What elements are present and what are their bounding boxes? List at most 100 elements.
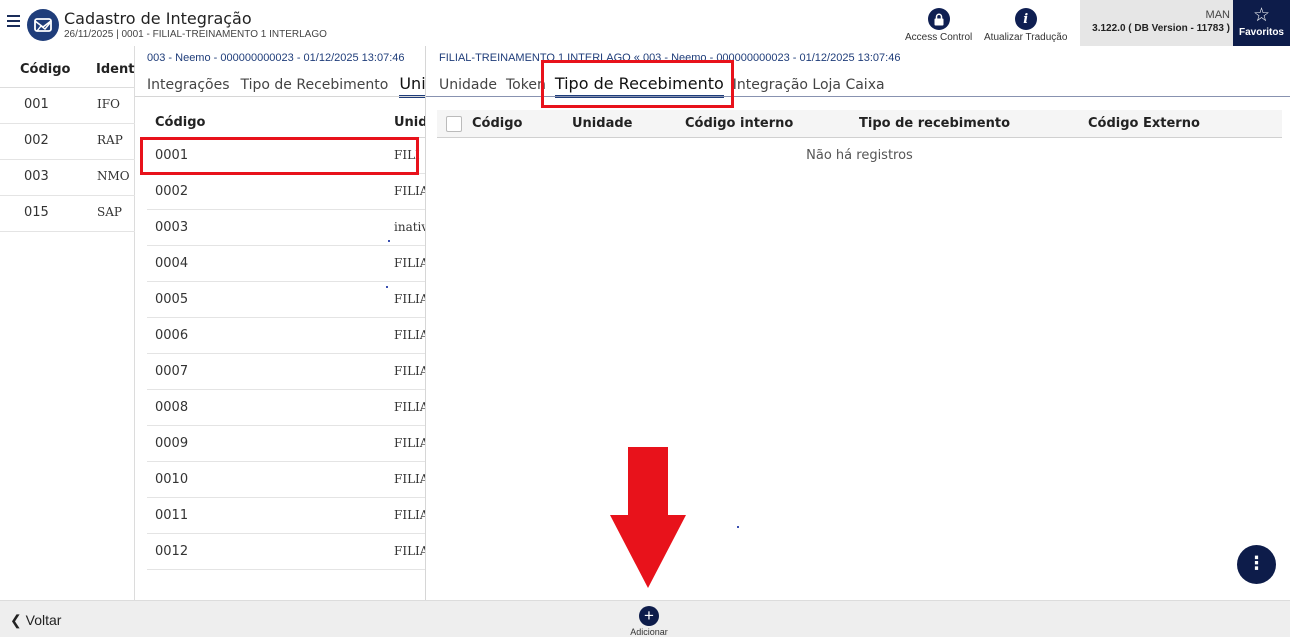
update-translation-button[interactable]: i Atualizar Tradução [984,8,1067,43]
table-row[interactable]: 0010 FILIA [147,462,425,498]
row-ident: IFO [97,97,120,111]
highlight-box-tipo-de-recebimento-tab [541,60,734,108]
empty-state-message: Não há registros [806,148,913,163]
row-code: 015 [24,205,49,220]
row-code: 0004 [155,256,189,271]
favorites-button[interactable]: ☆ Favoritos [1233,0,1290,46]
table-row[interactable]: 002 RAP [0,124,135,160]
row-unit: FILIA [394,184,425,198]
tab-token[interactable]: Token [506,77,546,93]
more-options-button[interactable]: ⋮ [1237,545,1276,584]
column-header-codigo-interno[interactable]: Código interno [685,116,793,131]
arrow-down-icon [610,447,686,588]
column-header-codigo[interactable]: Código [472,116,522,131]
row-code: 002 [24,133,49,148]
artifact-dot [386,286,388,288]
row-code: 001 [24,97,49,112]
lock-icon [927,8,950,30]
row-code: 003 [24,169,49,184]
integration-detail-panel: 003 - Neemo - 000000000023 - 01/12/2025 … [135,46,425,600]
select-all-checkbox[interactable] [446,116,462,132]
version-info: MAN 3.122.0 ( DB Version - 11783 ) [1080,0,1233,46]
app-window: Cadastro de Integração 26/11/2025 | 0001… [0,0,1290,637]
add-button[interactable]: + Adicionar [625,606,673,637]
table-row[interactable]: 0007 FILIA [147,354,425,390]
column-header-codigo[interactable]: Código [155,115,205,130]
receipt-types-table-header: Código Unidade Código interno Tipo de re… [437,110,1282,138]
row-unit: FILIA [394,508,425,522]
row-unit: FILIA [394,472,425,486]
table-row[interactable]: 0009 FILIA [147,426,425,462]
user-label: MAN [1205,9,1230,21]
row-code: 0005 [155,292,189,307]
row-unit: FILIA [394,436,425,450]
back-button[interactable]: ❮ Voltar [10,612,61,629]
row-code: 0006 [155,328,189,343]
row-code: 0011 [155,508,189,523]
highlight-box-unit-row-0001 [140,137,419,175]
table-row-selected[interactable]: 003 NMO [0,160,135,196]
row-code: 0010 [155,472,189,487]
tab-bar: Integrações Tipo de Recebimento Unida [147,74,425,98]
row-unit: inativ [394,220,425,234]
version-label: 3.122.0 ( DB Version - 11783 ) [1092,23,1230,34]
artifact-dot [737,526,739,528]
tab-integracoes[interactable]: Integrações [147,77,230,93]
tab-unidade[interactable]: Unidade [439,77,497,93]
column-header-identificacao[interactable]: Identi [96,62,139,77]
tab-unidade-active[interactable]: Unida [399,74,425,98]
star-icon: ☆ [1252,5,1271,26]
app-logo-icon [27,9,59,41]
add-label: Adicionar [630,627,668,637]
artifact-dot [388,240,390,242]
info-icon: i [1014,8,1037,30]
column-header-codigo-externo[interactable]: Código Externo [1088,116,1200,131]
more-vertical-icon: ⋮ [1247,553,1266,574]
tab-integracao-loja-caixa[interactable]: Integração Loja Caixa [733,77,885,93]
column-header-unidade[interactable]: Unid [394,115,425,130]
left-table-header: Código Identi [0,46,139,88]
row-ident: SAP [97,205,122,219]
bottom-action-bar: ❮ Voltar + Adicionar [0,600,1290,637]
table-row[interactable]: 0004 FILIA [147,246,425,282]
divider [135,96,425,97]
table-row[interactable]: 0012 FILIA [147,534,425,570]
plus-icon: + [639,606,659,626]
row-unit: FILIA [394,256,425,270]
column-header-tipo-de-recebimento[interactable]: Tipo de recebimento [859,116,1010,131]
favorites-label: Favoritos [1238,27,1284,38]
row-ident: NMO [97,169,130,183]
chevron-left-icon: ❮ [10,612,22,628]
table-row[interactable]: 0008 FILIA [147,390,425,426]
table-row[interactable]: 0011 FILIA [147,498,425,534]
row-code: 0012 [155,544,189,559]
access-control-label: Access Control [905,32,973,43]
table-row[interactable]: 015 SAP [0,196,135,232]
row-unit: FILIA [394,292,425,306]
integrations-list-panel: Código Identi 001 IFO 002 RAP 003 NMO 01… [0,46,139,600]
column-header-codigo[interactable]: Código [20,62,70,77]
row-code: 0002 [155,184,189,199]
row-ident: RAP [97,133,123,147]
row-code: 0008 [155,400,189,415]
table-row[interactable]: 0005 FILIA [147,282,425,318]
app-header: Cadastro de Integração 26/11/2025 | 0001… [0,0,1290,46]
row-code: 0009 [155,436,189,451]
update-translation-label: Atualizar Tradução [984,32,1068,43]
row-unit: FILIA [394,364,425,378]
table-row[interactable]: 0003 inativ [147,210,425,246]
menu-icon[interactable] [5,12,23,32]
units-table-header: Código Unid [147,108,425,138]
row-code: 0003 [155,220,189,235]
row-unit: FILIA [394,544,425,558]
table-row[interactable]: 0002 FILIA [147,174,425,210]
column-header-unidade[interactable]: Unidade [572,116,632,131]
tab-tipo-de-recebimento[interactable]: Tipo de Recebimento [241,77,389,93]
table-row[interactable]: 001 IFO [0,88,135,124]
row-unit: FILIA [394,400,425,414]
page-subtitle: 26/11/2025 | 0001 - FILIAL-TREINAMENTO 1… [64,29,327,40]
row-unit: FILIA [394,328,425,342]
access-control-button[interactable]: Access Control [905,8,972,43]
back-label: Voltar [25,612,62,628]
table-row[interactable]: 0006 FILIA [147,318,425,354]
